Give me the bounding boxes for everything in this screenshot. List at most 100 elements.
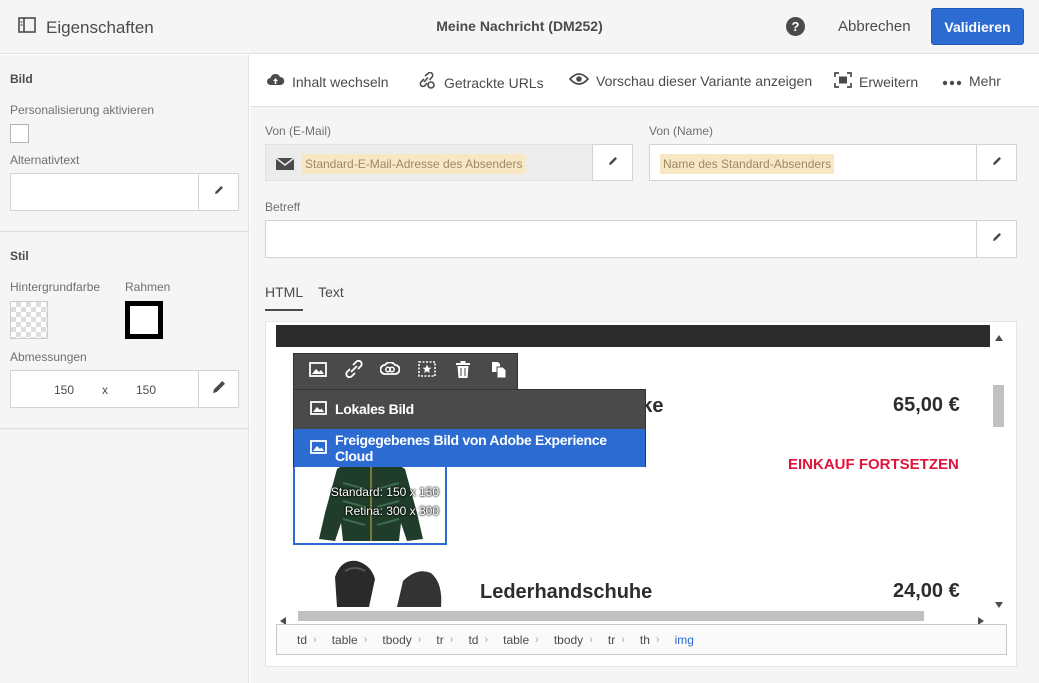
dimensions-field[interactable]: 150 x 150: [10, 370, 199, 408]
sidebar-panel-icon: [18, 17, 36, 38]
alttext-edit-button[interactable]: [198, 173, 239, 211]
horizontal-scroll-thumb[interactable]: [298, 611, 924, 621]
chevron-right-icon: ›: [417, 633, 422, 646]
more-button[interactable]: Mehr: [942, 73, 1001, 89]
more-dots-icon: [942, 73, 962, 89]
from-name-placeholder: Name des Standard-Absenders: [660, 154, 835, 174]
gloves-image[interactable]: [331, 557, 446, 607]
delete-button[interactable]: [445, 353, 481, 390]
horizontal-scrollbar[interactable]: [276, 607, 990, 625]
breadcrumb-label: tr: [436, 632, 444, 647]
validate-button[interactable]: Validieren: [931, 8, 1024, 45]
content-toolbar: Inhalt wechseln Getrackte URLs Vorschau …: [250, 55, 1039, 107]
trash-icon: [455, 360, 470, 383]
image-icon: [310, 439, 327, 457]
breadcrumb-item[interactable]: table ›: [503, 633, 554, 647]
upload-cloud-icon: [266, 72, 285, 91]
from-name-field[interactable]: Name des Standard-Absenders: [649, 144, 977, 181]
breadcrumb-item[interactable]: td ›: [297, 633, 332, 647]
expand-button[interactable]: Erweitern: [834, 72, 918, 91]
menu-item-local-image[interactable]: Lokales Bild: [294, 390, 645, 428]
personalization-checkbox[interactable]: [10, 124, 29, 143]
creative-cloud-button[interactable]: [372, 353, 408, 390]
height-value[interactable]: 150: [136, 383, 156, 397]
image-source-menu: Lokales Bild Freigegebenes Bild von Adob…: [293, 389, 646, 467]
product1-price[interactable]: 65,00 €: [893, 394, 960, 417]
from-email-placeholder: Standard-E-Mail-Adresse des Absenders: [302, 154, 526, 174]
breadcrumb-label: img: [674, 632, 694, 647]
top-bar: Eigenschaften Meine Nachricht (DM252) ? …: [0, 0, 1039, 54]
cancel-button[interactable]: Abbrechen: [838, 18, 911, 35]
from-email-field[interactable]: Standard-E-Mail-Adresse des Absenders: [265, 144, 593, 181]
change-content-button[interactable]: Inhalt wechseln: [266, 72, 389, 91]
duplicate-button[interactable]: [481, 353, 517, 390]
breadcrumb-label: tbody: [382, 632, 412, 647]
from-name-edit-button[interactable]: [976, 144, 1017, 181]
border-swatch[interactable]: [125, 301, 163, 339]
eye-icon: [568, 72, 590, 89]
image-icon: [309, 361, 327, 382]
scroll-up-arrow-icon[interactable]: [995, 328, 1003, 346]
email-header-bar: [276, 325, 990, 347]
menu-item-label: Lokales Bild: [335, 401, 414, 417]
chevron-right-icon: ›: [621, 633, 625, 646]
chevron-right-icon: ›: [484, 633, 489, 646]
bgcolor-swatch[interactable]: [10, 301, 48, 339]
width-value[interactable]: 150: [54, 383, 74, 397]
dimension-separator: x: [102, 383, 108, 397]
image-retina-size: Retina: 300 x 300: [344, 504, 439, 518]
breadcrumb-label: th: [639, 632, 650, 647]
continue-shopping-link[interactable]: EINKAUF FORTSETZEN: [788, 456, 959, 473]
vertical-scroll-thumb[interactable]: [993, 385, 1004, 427]
image-section-title: Bild: [10, 72, 33, 86]
creative-cloud-icon: [380, 361, 401, 381]
link-gear-icon: [418, 71, 437, 93]
envelope-icon: [275, 157, 295, 175]
sidebar-divider: [0, 428, 249, 429]
pencil-icon: [991, 154, 1003, 172]
breadcrumb-item[interactable]: tr ›: [436, 633, 468, 647]
menu-item-shared-image[interactable]: Freigegebenes Bild von Adobe Experience …: [294, 429, 645, 467]
border-label: Rahmen: [125, 280, 171, 294]
chevron-right-icon: ›: [363, 633, 368, 646]
subject-input[interactable]: [265, 220, 977, 258]
from-email-edit-button[interactable]: [592, 144, 633, 181]
breadcrumb-item[interactable]: table ›: [332, 633, 383, 647]
dimensions-label: Abmessungen: [10, 350, 87, 364]
tab-html[interactable]: HTML: [265, 284, 304, 311]
breadcrumb-item[interactable]: tr ›: [608, 633, 640, 647]
chevron-right-icon: ›: [535, 633, 539, 646]
image-action-toolbar: [293, 353, 518, 390]
dimensions-edit-button[interactable]: [198, 370, 239, 408]
tracked-urls-button[interactable]: Getrackte URLs: [418, 71, 544, 93]
product2-name[interactable]: Lederhandschuhe: [480, 581, 652, 604]
properties-toggle[interactable]: Eigenschaften: [18, 17, 154, 38]
scroll-down-arrow-icon[interactable]: [995, 595, 1003, 613]
preview-variant-button[interactable]: Vorschau dieser Variante anzeigen: [568, 72, 813, 89]
product2-price[interactable]: 24,00 €: [893, 580, 960, 603]
copy-icon: [491, 361, 507, 383]
jacket-image: [313, 452, 429, 548]
from-email-label: Von (E-Mail): [265, 124, 332, 138]
replace-image-button[interactable]: [300, 353, 336, 390]
properties-sidebar: Bild Personalisierung aktivieren Alterna…: [0, 55, 249, 683]
personalization-label: Personalisierung aktivieren: [10, 103, 155, 117]
pencil-icon: [213, 183, 225, 201]
breadcrumb-item[interactable]: img: [675, 633, 694, 647]
tab-text[interactable]: Text: [318, 284, 344, 311]
help-icon[interactable]: ?: [786, 17, 805, 36]
favorite-image-button[interactable]: [409, 353, 445, 390]
expand-icon: [834, 72, 852, 91]
image-standard-size: Standard: 150 x 150: [330, 485, 439, 499]
vertical-scrollbar[interactable]: [990, 325, 1007, 608]
pencil-icon: [991, 230, 1003, 248]
dom-breadcrumb: td › table › tbody › tr › td › table › tbody › tr › th › i…: [276, 624, 1007, 655]
insert-link-button[interactable]: [336, 353, 372, 390]
breadcrumb-item[interactable]: th ›: [640, 633, 675, 647]
preview-label: Vorschau dieser Variante anzeigen: [596, 72, 813, 89]
alttext-input[interactable]: [10, 173, 199, 211]
breadcrumb-item[interactable]: tbody ›: [382, 633, 436, 647]
subject-edit-button[interactable]: [976, 220, 1017, 258]
breadcrumb-item[interactable]: tbody ›: [554, 633, 608, 647]
breadcrumb-item[interactable]: td ›: [468, 633, 503, 647]
